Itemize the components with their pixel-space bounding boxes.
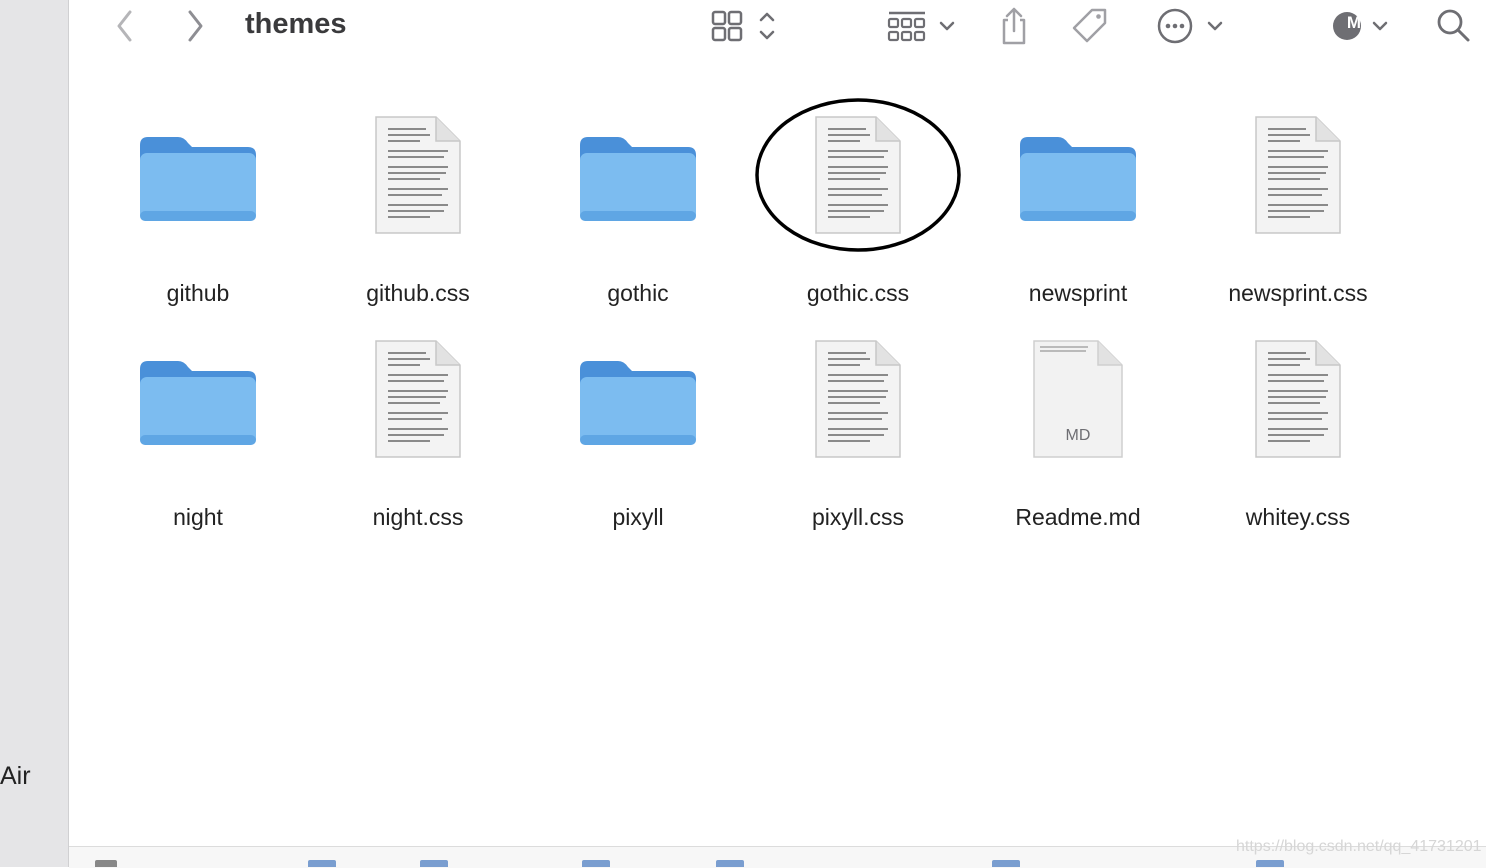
watermark: https://blog.csdn.net/qq_41731201 (1236, 838, 1482, 855)
view-mode-button[interactable] (705, 0, 785, 52)
icon-grid-view-icon (711, 10, 775, 42)
back-button[interactable] (105, 0, 145, 52)
group-by-button[interactable] (881, 0, 961, 52)
path-folder-icon[interactable] (716, 860, 744, 867)
file-name: newsprint.css (1228, 280, 1368, 306)
tag-icon (1072, 8, 1107, 43)
drive-icon[interactable] (95, 860, 117, 867)
file-item[interactable]: pixyll.css (748, 314, 968, 530)
file-name: gothic.css (806, 280, 910, 306)
file-grid: github github.css gothic gothic.css news… (69, 60, 1486, 840)
path-folder-icon[interactable] (420, 860, 448, 867)
sidebar: Air (0, 0, 69, 867)
css-document-icon (815, 340, 901, 458)
file-item[interactable]: whitey.css (1188, 314, 1408, 530)
file-name: night.css (372, 504, 464, 530)
file-item[interactable]: gothic (528, 90, 748, 306)
chevron-down-icon (1372, 21, 1388, 31)
file-name: github (166, 280, 230, 306)
chevron-left-icon (117, 10, 132, 42)
file-name: Readme.md (1015, 504, 1141, 530)
folder-icon (580, 137, 696, 221)
file-name: whitey.css (1245, 504, 1351, 530)
window-title: themes (245, 8, 347, 40)
file-name: github.css (366, 280, 470, 306)
file-item[interactable]: night.css (308, 314, 528, 530)
file-name: night (173, 504, 223, 530)
share-button[interactable] (991, 0, 1037, 52)
chevron-right-icon (188, 10, 203, 42)
file-item[interactable]: github (88, 90, 308, 306)
group-by-icon (887, 11, 955, 42)
file-item[interactable]: github.css (308, 90, 528, 306)
folder-icon (1020, 137, 1136, 221)
sidebar-device-label[interactable]: Air (0, 762, 31, 791)
more-actions-button[interactable] (1151, 0, 1231, 52)
path-folder-icon[interactable] (992, 860, 1020, 867)
file-name: gothic (607, 280, 669, 306)
md-badge: MD (1065, 427, 1091, 444)
forward-button[interactable] (175, 0, 215, 52)
css-document-icon (375, 340, 461, 458)
file-item[interactable]: night (88, 314, 308, 530)
file-item[interactable]: newsprint (968, 90, 1188, 306)
tag-button[interactable] (1067, 0, 1113, 52)
search-icon (1437, 9, 1470, 42)
css-document-icon (375, 116, 461, 234)
css-document-icon (1255, 340, 1341, 458)
toolbar: themes M (69, 0, 1486, 56)
folder-icon (140, 361, 256, 445)
folder-icon (580, 361, 696, 445)
account-menu-button[interactable]: M (1329, 0, 1395, 52)
ellipsis-circle-icon (1157, 8, 1223, 44)
share-icon (1002, 7, 1026, 45)
annotation-circle (755, 98, 961, 252)
file-name: newsprint (1028, 280, 1128, 306)
path-folder-icon[interactable] (308, 860, 336, 867)
search-button[interactable] (1431, 0, 1477, 52)
path-folder-icon[interactable] (582, 860, 610, 867)
path-folder-icon[interactable] (1256, 860, 1284, 867)
file-item[interactable]: MD Readme.md (968, 314, 1188, 530)
folder-icon (140, 137, 256, 221)
css-document-icon (1255, 116, 1341, 234)
file-item[interactable]: pixyll (528, 314, 748, 530)
file-name: pixyll (612, 504, 664, 530)
file-name: pixyll.css (811, 504, 904, 530)
account-letter: M (1346, 13, 1362, 32)
file-item[interactable]: newsprint.css (1188, 90, 1408, 306)
